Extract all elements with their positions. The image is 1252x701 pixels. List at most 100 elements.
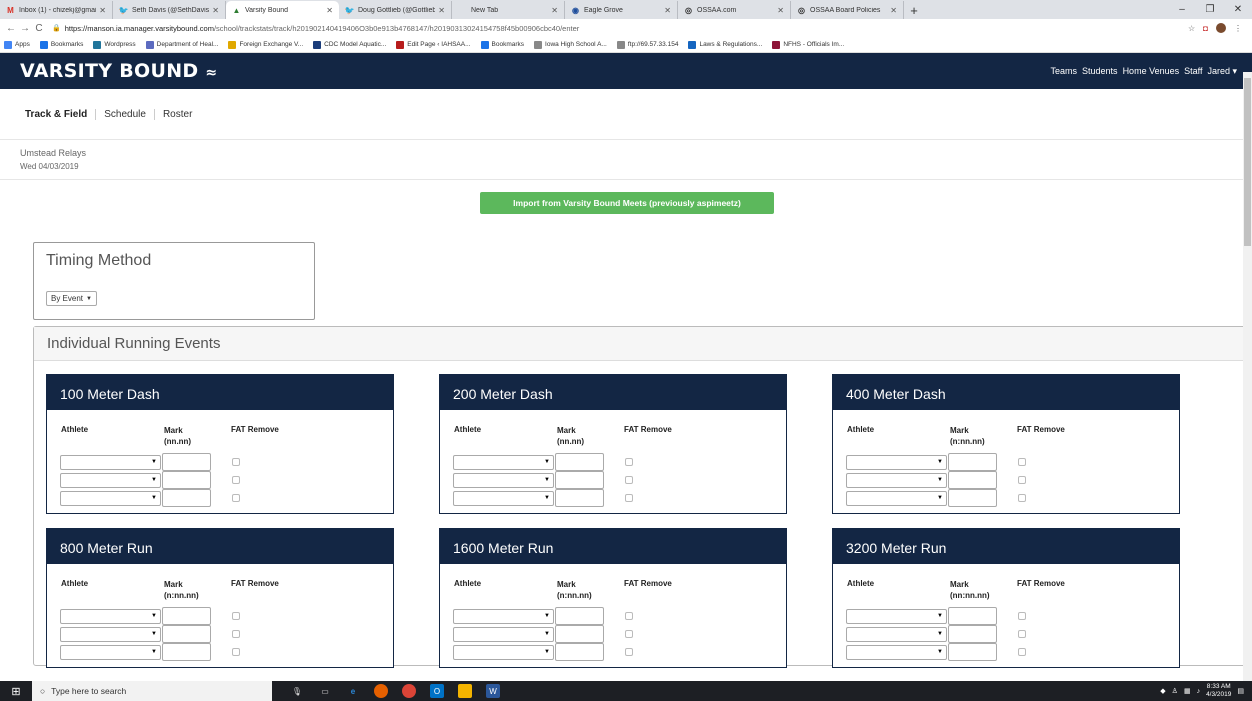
back-icon[interactable]: ←: [4, 23, 18, 34]
fat-remove-checkbox[interactable]: [232, 494, 240, 502]
bookmark-item[interactable]: NFHS - Officials Im...: [772, 40, 844, 49]
bookmark-item[interactable]: Bookmarks: [39, 40, 83, 49]
brand-logo[interactable]: VARSITY BOUND ≈: [20, 60, 217, 82]
athlete-select[interactable]: ▼: [453, 626, 554, 642]
bookmark-item[interactable]: CDC Model Aquatic...: [313, 40, 386, 49]
taskbar-search[interactable]: ○ Type here to search: [32, 681, 272, 701]
fat-remove-checkbox[interactable]: [625, 612, 633, 620]
bookmark-item[interactable]: Edit Page ‹ IAHSAA...: [396, 40, 471, 49]
athlete-select[interactable]: ▼: [453, 454, 554, 470]
fat-remove-checkbox[interactable]: [1018, 612, 1026, 620]
athlete-select[interactable]: ▼: [453, 490, 554, 506]
clock[interactable]: 8:33 AM 4/3/2019: [1206, 683, 1231, 699]
tab-close-icon[interactable]: ✕: [664, 6, 671, 15]
tab-close-icon[interactable]: ✕: [212, 6, 219, 15]
windows-start-icon[interactable]: ⊞: [0, 681, 32, 701]
athlete-select[interactable]: ▼: [60, 608, 161, 624]
tab-close-icon[interactable]: ✕: [99, 6, 106, 15]
people-icon[interactable]: ♙: [1172, 687, 1178, 695]
topnav-item[interactable]: Teams: [1051, 66, 1078, 77]
subnav-item[interactable]: Schedule: [95, 108, 154, 120]
star-icon[interactable]: ☆: [1188, 24, 1195, 33]
bookmark-item[interactable]: Wordpress: [93, 40, 136, 49]
browser-tab[interactable]: ◎ OSSAA Board Policies ✕: [791, 1, 904, 19]
new-tab-button[interactable]: +: [904, 1, 924, 19]
mark-input[interactable]: [555, 643, 604, 661]
mark-input[interactable]: [555, 489, 604, 507]
mark-input[interactable]: [555, 471, 604, 489]
bookmark-item[interactable]: Iowa High School A...: [534, 40, 607, 49]
athlete-select[interactable]: ▼: [846, 626, 947, 642]
fat-remove-checkbox[interactable]: [1018, 458, 1026, 466]
mark-input[interactable]: [948, 489, 997, 507]
athlete-select[interactable]: ▼: [453, 644, 554, 660]
athlete-select[interactable]: ▼: [846, 644, 947, 660]
scrollbar-thumb[interactable]: [1244, 78, 1251, 246]
browser-tab[interactable]: ▲ Varsity Bound ✕: [226, 1, 339, 19]
browser-tab[interactable]: ◉ Eagle Grove ✕: [565, 1, 678, 19]
tab-close-icon[interactable]: ✕: [551, 6, 558, 15]
mark-input[interactable]: [162, 471, 211, 489]
athlete-select[interactable]: ▼: [60, 626, 161, 642]
athlete-select[interactable]: ▼: [846, 608, 947, 624]
mark-input[interactable]: [948, 643, 997, 661]
network-icon[interactable]: ▦: [1184, 687, 1191, 695]
chrome-icon[interactable]: [402, 684, 416, 698]
mark-input[interactable]: [555, 625, 604, 643]
browser-tab[interactable]: New Tab ✕: [452, 1, 565, 19]
url-field[interactable]: 🔒 https://manson.ia.manager.varsitybound…: [52, 24, 1188, 33]
topnav-item[interactable]: Students: [1082, 66, 1118, 77]
fat-remove-checkbox[interactable]: [625, 630, 633, 638]
browser-tab[interactable]: 🐦 Doug Gottlieb (@GottliebS ✕: [339, 1, 452, 19]
subnav-item[interactable]: Roster: [153, 108, 200, 120]
task-view-icon[interactable]: ▭: [318, 684, 332, 698]
fat-remove-checkbox[interactable]: [625, 458, 633, 466]
bookmark-item[interactable]: Department of Heal...: [145, 40, 218, 49]
fat-remove-checkbox[interactable]: [625, 476, 633, 484]
bookmark-item[interactable]: Apps: [4, 40, 30, 49]
reload-icon[interactable]: C: [32, 23, 46, 34]
fat-remove-checkbox[interactable]: [232, 476, 240, 484]
forward-icon[interactable]: →: [18, 23, 32, 34]
menu-icon[interactable]: ⋮: [1234, 24, 1242, 33]
mark-input[interactable]: [948, 453, 997, 471]
mark-input[interactable]: [162, 607, 211, 625]
mark-input[interactable]: [948, 625, 997, 643]
mark-input[interactable]: [162, 625, 211, 643]
timing-method-select[interactable]: By Event ▼: [46, 291, 97, 306]
bookmark-item[interactable]: Foreign Exchange V...: [228, 40, 303, 49]
topnav-item[interactable]: Home Venues: [1123, 66, 1180, 77]
mark-input[interactable]: [162, 453, 211, 471]
mark-input[interactable]: [555, 453, 604, 471]
athlete-select[interactable]: ▼: [60, 644, 161, 660]
fat-remove-checkbox[interactable]: [1018, 494, 1026, 502]
athlete-select[interactable]: ▼: [60, 454, 161, 470]
file-explorer-icon[interactable]: [458, 684, 472, 698]
page-scrollbar[interactable]: [1243, 72, 1252, 681]
browser-tab[interactable]: M Inbox (1) - chizekj@gmail.c ✕: [0, 1, 113, 19]
fat-remove-checkbox[interactable]: [625, 494, 633, 502]
notifications-icon[interactable]: ▤: [1237, 687, 1244, 695]
mark-input[interactable]: [555, 607, 604, 625]
fat-remove-checkbox[interactable]: [625, 648, 633, 656]
restore-icon[interactable]: ❐: [1196, 0, 1224, 19]
topnav-item[interactable]: Jared ▾: [1207, 66, 1237, 77]
athlete-select[interactable]: ▼: [60, 472, 161, 488]
athlete-select[interactable]: ▼: [453, 472, 554, 488]
tray-app-icon[interactable]: ◆: [1160, 687, 1165, 695]
microphone-icon[interactable]: 🎙: [290, 684, 304, 698]
volume-icon[interactable]: ♪: [1197, 688, 1201, 695]
athlete-select[interactable]: ▼: [846, 472, 947, 488]
athlete-select[interactable]: ▼: [846, 454, 947, 470]
bookmark-item[interactable]: ftp://69.57.33.154: [616, 40, 678, 49]
athlete-select[interactable]: ▼: [60, 490, 161, 506]
word-icon[interactable]: W: [486, 684, 500, 698]
firefox-icon[interactable]: [374, 684, 388, 698]
athlete-select[interactable]: ▼: [846, 490, 947, 506]
fat-remove-checkbox[interactable]: [232, 458, 240, 466]
athlete-select[interactable]: ▼: [453, 608, 554, 624]
tab-close-icon[interactable]: ✕: [326, 6, 333, 15]
mark-input[interactable]: [162, 489, 211, 507]
fat-remove-checkbox[interactable]: [1018, 630, 1026, 638]
browser-tab[interactable]: ◎ OSSAA.com ✕: [678, 1, 791, 19]
